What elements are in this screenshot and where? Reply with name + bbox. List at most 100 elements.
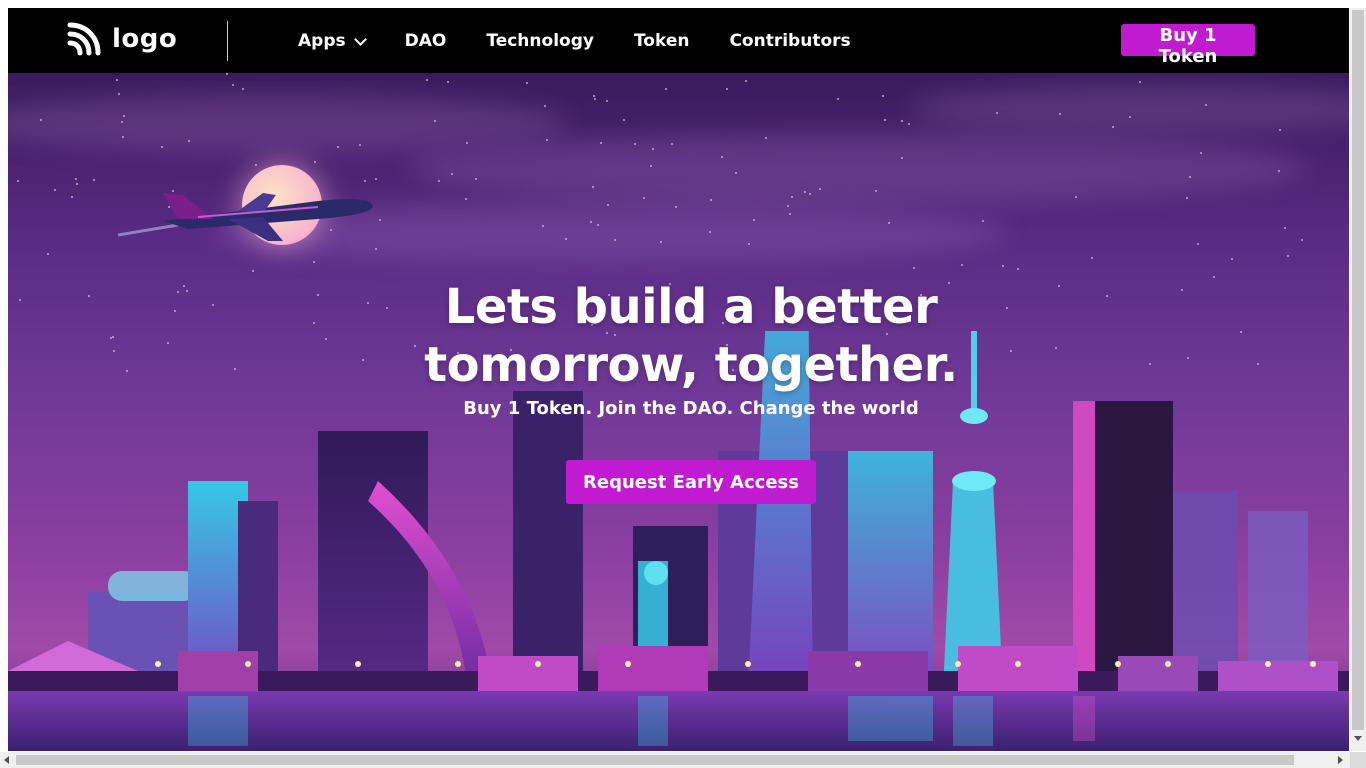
star (364, 180, 366, 182)
star (1284, 227, 1286, 229)
star (913, 267, 915, 269)
nav-item-apps-label: Apps (298, 30, 346, 51)
logo-text: logo (112, 24, 178, 54)
hero-section: Lets build a better tomorrow, together. … (8, 73, 1349, 751)
star (726, 88, 728, 90)
hero-title-line-1: Lets build a better (444, 279, 938, 335)
star (1139, 81, 1141, 83)
star (787, 205, 789, 207)
star (634, 143, 636, 145)
star (748, 243, 750, 245)
star (359, 144, 361, 146)
star (652, 148, 654, 150)
star (313, 261, 315, 263)
star (735, 172, 737, 174)
horizontal-scrollbar[interactable] (0, 752, 1350, 768)
nav-divider (227, 21, 228, 61)
star (614, 239, 616, 241)
vertical-scrollbar-thumb[interactable] (1352, 10, 1364, 730)
star (1231, 258, 1233, 260)
star (426, 79, 428, 81)
star (837, 98, 839, 100)
star (1189, 176, 1191, 178)
star (1002, 265, 1004, 267)
star (1091, 257, 1093, 259)
star (1017, 268, 1019, 270)
star (804, 191, 806, 193)
star (542, 225, 544, 227)
star (901, 157, 903, 159)
star (1279, 129, 1281, 131)
horizontal-scrollbar-thumb[interactable] (16, 755, 1294, 765)
airplane-icon (118, 193, 373, 241)
star (710, 199, 712, 201)
star (590, 221, 592, 223)
star (188, 140, 190, 142)
hero-title-line-2: tomorrow, together. (424, 337, 958, 393)
star (721, 156, 723, 158)
nav-item-technology[interactable]: Technology (486, 31, 594, 51)
star (337, 146, 339, 148)
star (75, 178, 77, 180)
site-logo[interactable]: logo (66, 21, 177, 57)
star (623, 119, 625, 121)
star (47, 253, 49, 255)
vertical-scrollbar[interactable] (1350, 8, 1366, 751)
star (116, 79, 118, 81)
star (884, 119, 886, 121)
star (1075, 196, 1077, 198)
request-early-access-button[interactable]: Request Early Access (566, 460, 816, 504)
star (789, 213, 791, 215)
star (242, 88, 244, 90)
cloud (8, 93, 568, 153)
star (447, 81, 449, 83)
star (379, 219, 381, 221)
nav-item-contributors[interactable]: Contributors (729, 31, 850, 51)
star (475, 178, 477, 180)
star (607, 204, 609, 206)
scroll-right-arrow-icon[interactable] (1338, 756, 1343, 764)
star (650, 165, 652, 167)
star (434, 120, 436, 122)
star (606, 100, 608, 102)
star (1197, 243, 1199, 245)
star (671, 143, 673, 145)
scrollbar-corner (1350, 752, 1366, 768)
star (255, 164, 257, 166)
star (901, 120, 903, 122)
nav-item-token[interactable]: Token (634, 31, 690, 51)
star (565, 238, 567, 240)
star (314, 161, 316, 163)
star (1301, 239, 1303, 241)
star (753, 219, 755, 221)
star (438, 180, 440, 182)
nav-item-apps[interactable]: Apps (298, 30, 367, 51)
buy-token-button[interactable]: Buy 1 Token (1121, 24, 1255, 67)
star (375, 248, 377, 250)
star (546, 139, 548, 141)
city-skyline (8, 331, 1349, 751)
scroll-left-arrow-icon[interactable] (4, 756, 9, 764)
chevron-down-icon (353, 32, 367, 46)
hero-subtitle: Buy 1 Token. Join the DAO. Change the wo… (463, 398, 919, 419)
nav-item-dao[interactable]: DAO (405, 31, 447, 51)
star (40, 119, 42, 121)
scroll-down-arrow-icon[interactable] (1354, 736, 1362, 741)
star (660, 241, 662, 243)
star (1129, 116, 1131, 118)
star (465, 198, 467, 200)
page-frame: logo Apps DAO Technology Token Contribut… (8, 8, 1349, 751)
star (122, 136, 124, 138)
hero-title: Lets build a better tomorrow, together. (8, 278, 1349, 394)
star (961, 264, 963, 266)
star (118, 93, 120, 95)
star (765, 137, 767, 139)
star (252, 270, 254, 272)
star (996, 112, 998, 114)
star (76, 183, 78, 185)
star (161, 146, 163, 148)
star (819, 188, 821, 190)
star (1287, 255, 1289, 257)
star (1112, 126, 1114, 128)
star (226, 73, 228, 75)
